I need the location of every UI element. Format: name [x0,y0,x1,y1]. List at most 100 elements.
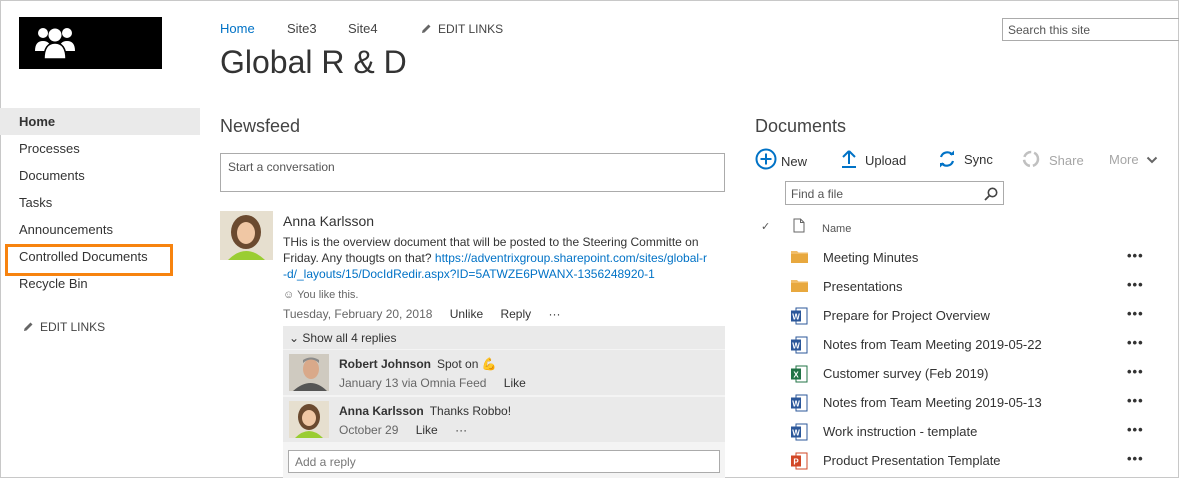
folder-icon [791,249,808,266]
post-meta: Tuesday, February 20, 2018 Unlike Reply … [283,307,561,321]
share-button[interactable]: Share [1021,149,1084,169]
document-name[interactable]: Prepare for Project Overview [823,308,990,323]
sync-icon [939,150,955,168]
document-row[interactable]: W Work instruction - template ••• [755,417,1155,446]
leftnav-home[interactable]: Home [0,108,200,135]
upload-arrow-icon [842,150,856,168]
add-reply-input[interactable]: Add a reply [288,450,720,473]
smiley-icon: ☺ [283,289,295,301]
document-name[interactable]: Product Presentation Template [823,453,1001,468]
replies-panel: ⌄ Show all 4 replies Robert Johnson Spot … [283,326,725,478]
search-icon[interactable] [984,187,998,201]
document-row[interactable]: W Notes from Team Meeting 2019-05-13 ••• [755,388,1155,417]
reply-author-name[interactable]: Anna Karlsson [339,404,424,418]
chevron-down-icon [1147,156,1158,164]
reply-author: Robert Johnson Spot on 💪 [339,357,497,371]
svg-text:W: W [792,341,800,350]
like-link[interactable]: Like [504,376,526,390]
site-logo[interactable] [19,17,162,69]
svg-text:W: W [792,399,800,408]
search-input[interactable]: Search this site [1002,18,1179,41]
like-link[interactable]: Like [416,423,438,437]
share-label: Share [1049,153,1084,168]
more-options-icon[interactable]: ••• [1127,335,1144,350]
reply-more-link[interactable]: ··· [455,423,467,437]
more-options-icon[interactable]: ••• [1127,306,1144,321]
like-status: ☺ You like this. [283,289,358,301]
more-label: More [1109,152,1139,167]
find-file-placeholder: Find a file [791,187,844,201]
leftnav-processes[interactable]: Processes [0,135,200,162]
more-button[interactable]: More [1109,152,1166,167]
quick-launch: Home Processes Documents Tasks Announcem… [0,108,200,297]
avatar[interactable] [289,401,329,438]
sync-label: Sync [964,152,993,167]
topnav-site4[interactable]: Site4 [348,21,378,36]
document-row[interactable]: W Notes from Team Meeting 2019-05-22 ••• [755,330,1155,359]
post-author[interactable]: Anna Karlsson [283,213,374,229]
find-file-input[interactable]: Find a file [785,181,1004,205]
person-photo-icon [220,211,273,260]
document-name[interactable]: Meeting Minutes [823,250,918,265]
pencil-icon [422,24,431,33]
edit-links-left[interactable]: EDIT LINKS [22,320,105,334]
file-type-icon [793,218,805,236]
avatar[interactable] [289,354,329,391]
svg-text:W: W [792,312,800,321]
new-button[interactable]: New [755,148,811,170]
powerpoint-icon: P [791,452,808,473]
sync-button[interactable]: Sync [938,150,993,168]
documents-title: Documents [755,116,847,136]
more-options-icon[interactable]: ••• [1127,364,1144,379]
upload-button[interactable]: Upload [841,149,906,169]
like-status-text: You like this. [297,289,359,301]
post-more-link[interactable]: ··· [549,307,561,321]
leftnav-announcements[interactable]: Announcements [0,216,200,243]
more-options-icon[interactable]: ••• [1127,422,1144,437]
chevron-down-icon: ⌄ [289,331,300,345]
edit-links-label: EDIT LINKS [40,320,106,334]
leftnav-tasks[interactable]: Tasks [0,189,200,216]
document-name[interactable]: Notes from Team Meeting 2019-05-22 [823,337,1042,352]
more-options-icon[interactable]: ••• [1127,248,1144,263]
person-photo-icon [289,354,329,391]
document-name[interactable]: Notes from Team Meeting 2019-05-13 [823,395,1042,410]
start-conversation-input[interactable]: Start a conversation [220,153,725,192]
document-name[interactable]: Customer survey (Feb 2019) [823,366,988,381]
unlike-link[interactable]: Unlike [450,307,483,321]
document-row[interactable]: P Product Presentation Template ••• [755,446,1155,475]
leftnav-documents[interactable]: Documents [0,162,200,189]
reply-date: October 29 [339,423,399,437]
share-icon [1022,150,1040,168]
avatar[interactable] [220,211,273,260]
reply-message: Thanks Robbo! [429,404,512,418]
document-row[interactable]: X Customer survey (Feb 2019) ••• [755,359,1155,388]
svg-text:P: P [793,457,799,466]
document-row[interactable]: Meeting Minutes ••• [755,243,1155,272]
post-date: Tuesday, February 20, 2018 [283,307,433,321]
more-options-icon[interactable]: ••• [1127,451,1144,466]
topnav-home[interactable]: Home [220,21,255,36]
edit-links-label: EDIT LINKS [438,22,504,36]
document-name[interactable]: Presentations [823,279,903,294]
show-all-replies-label: Show all 4 replies [302,331,397,345]
more-options-icon[interactable]: ••• [1127,393,1144,408]
column-header-name[interactable]: Name [822,223,851,235]
edit-links-top[interactable]: EDIT LINKS [420,22,503,36]
reply-link[interactable]: Reply [500,307,531,321]
newsfeed-title: Newsfeed [220,116,301,136]
show-all-replies[interactable]: ⌄ Show all 4 replies [283,326,725,349]
select-all-checkmark[interactable]: ✓ [761,220,770,233]
more-options-icon[interactable]: ••• [1127,277,1144,292]
topnav-site3[interactable]: Site3 [287,21,317,36]
document-row[interactable]: W Prepare for Project Overview ••• [755,301,1155,330]
reply-author-name[interactable]: Robert Johnson [339,357,431,371]
page-title: Global R & D [220,44,407,80]
pencil-icon [24,322,33,331]
word-icon: W [791,307,808,328]
svg-text:X: X [793,370,799,379]
reply-date: January 13 via Omnia Feed [339,376,487,390]
document-name[interactable]: Work instruction - template [823,424,977,439]
document-row[interactable]: Presentations ••• [755,272,1155,301]
leftnav-controlled-documents[interactable]: Controlled Documents [0,243,200,276]
